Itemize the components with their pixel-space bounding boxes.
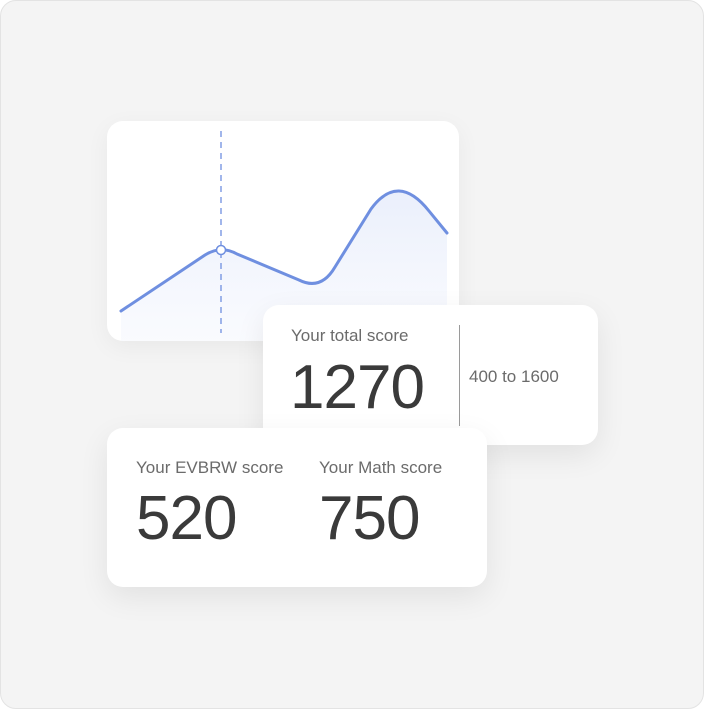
ebrw-score-label: Your EVBRW score (136, 458, 284, 477)
math-score-label: Your Math score (319, 458, 443, 477)
math-score-value: 750 (319, 484, 420, 553)
page-frame: Your total score 1270 400 to 1600 Your E… (0, 0, 704, 709)
total-score-card: Your total score 1270 400 to 1600 (263, 305, 598, 445)
total-score-label: Your total score (291, 326, 409, 345)
total-score-value: 1270 (290, 353, 425, 422)
section-scores-card: Your EVBRW score 520 Your Math score 750 (107, 428, 487, 587)
total-score-divider (459, 325, 460, 426)
ebrw-score-value: 520 (136, 484, 237, 553)
hover-point[interactable] (215, 244, 227, 256)
score-range: 400 to 1600 (469, 367, 559, 386)
